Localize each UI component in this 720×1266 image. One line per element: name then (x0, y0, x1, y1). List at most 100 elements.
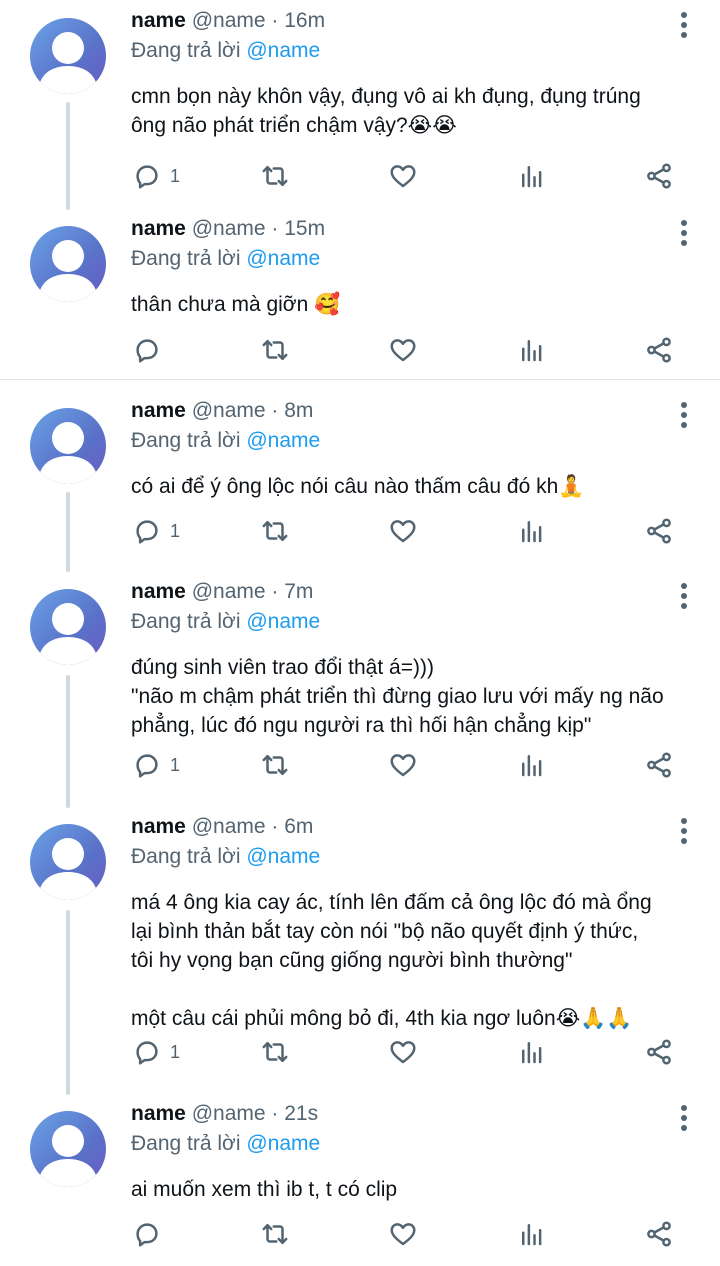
analytics-button[interactable] (517, 1216, 547, 1252)
default-avatar-icon[interactable] (30, 589, 106, 665)
retweet-button[interactable] (260, 332, 290, 368)
display-name[interactable]: name (131, 815, 186, 838)
reply-button[interactable] (132, 332, 170, 368)
timestamp[interactable]: 16m (284, 9, 325, 32)
tweet-actions: 1 (0, 1034, 720, 1070)
retweet-button[interactable] (260, 513, 290, 549)
like-button[interactable] (388, 332, 418, 368)
separator-dot: · (271, 399, 279, 422)
separator-dot: · (271, 580, 279, 603)
reply-icon (132, 1037, 162, 1067)
more-vertical-icon[interactable] (678, 12, 690, 38)
default-avatar-icon[interactable] (30, 408, 106, 484)
reply-button[interactable]: 1 (132, 1034, 180, 1070)
default-avatar-icon[interactable] (30, 824, 106, 900)
more-vertical-icon[interactable] (678, 220, 690, 246)
like-button[interactable] (388, 1216, 418, 1252)
reply-icon (132, 516, 162, 546)
analytics-icon (517, 516, 547, 546)
tweet-actions: 1 (0, 747, 720, 783)
share-icon (644, 1037, 674, 1067)
share-button[interactable] (644, 158, 674, 194)
replying-to: Đang trả lời @name (131, 609, 700, 635)
more-vertical-icon[interactable] (678, 402, 690, 428)
reply-icon (132, 750, 162, 780)
user-handle[interactable]: @name (192, 815, 266, 838)
reply-button[interactable]: 1 (132, 513, 180, 549)
timestamp[interactable]: 21s (284, 1102, 318, 1125)
tweet-actions (0, 332, 720, 368)
mention-link[interactable]: @name (246, 429, 320, 452)
tweet-content: name @name · 6m Đang trả lời @name má 4 ôn… (131, 814, 700, 1033)
separator-dot: · (271, 217, 279, 240)
replying-to-label: Đang trả lời (131, 845, 241, 868)
timestamp[interactable]: 6m (284, 815, 313, 838)
mention-link[interactable]: @name (246, 610, 320, 633)
analytics-button[interactable] (517, 1034, 547, 1070)
retweet-button[interactable] (260, 158, 290, 194)
heart-icon (388, 750, 418, 780)
share-button[interactable] (644, 747, 674, 783)
reply-button[interactable]: 1 (132, 158, 180, 194)
reply-button[interactable] (132, 1216, 170, 1252)
mention-link[interactable]: @name (246, 845, 320, 868)
replying-to-label: Đang trả lời (131, 1132, 241, 1155)
analytics-button[interactable] (517, 513, 547, 549)
heart-icon (388, 335, 418, 365)
user-handle[interactable]: @name (192, 580, 266, 603)
thread-divider (0, 379, 720, 380)
default-avatar-icon[interactable] (30, 18, 106, 94)
like-button[interactable] (388, 747, 418, 783)
more-vertical-icon[interactable] (678, 583, 690, 609)
share-button[interactable] (644, 1216, 674, 1252)
analytics-button[interactable] (517, 747, 547, 783)
like-button[interactable] (388, 1034, 418, 1070)
share-icon (644, 516, 674, 546)
user-handle[interactable]: @name (192, 399, 266, 422)
retweet-button[interactable] (260, 1216, 290, 1252)
retweet-icon (260, 750, 290, 780)
mention-link[interactable]: @name (246, 39, 320, 62)
separator-dot: · (271, 815, 279, 838)
display-name[interactable]: name (131, 9, 186, 32)
replying-to-label: Đang trả lời (131, 610, 241, 633)
tweet-content: name @name · 15m Đang trả lời @name thân c… (131, 216, 700, 319)
analytics-icon (517, 1219, 547, 1249)
retweet-button[interactable] (260, 1034, 290, 1070)
tweet-content: name @name · 7m Đang trả lời @name đúng si… (131, 579, 700, 740)
analytics-button[interactable] (517, 158, 547, 194)
retweet-button[interactable] (260, 747, 290, 783)
more-vertical-icon[interactable] (678, 1105, 690, 1131)
heart-icon (388, 1037, 418, 1067)
share-button[interactable] (644, 513, 674, 549)
default-avatar-icon[interactable] (30, 1111, 106, 1187)
share-button[interactable] (644, 1034, 674, 1070)
tweet-actions: 1 (0, 158, 720, 194)
like-button[interactable] (388, 158, 418, 194)
display-name[interactable]: name (131, 580, 186, 603)
reply-count: 1 (170, 754, 181, 775)
user-handle[interactable]: @name (192, 217, 266, 240)
analytics-button[interactable] (517, 332, 547, 368)
more-vertical-icon[interactable] (678, 818, 690, 844)
reply-button[interactable]: 1 (132, 747, 180, 783)
tweet-content: name @name · 21s Đang trả lời @name ai muố… (131, 1101, 700, 1204)
timestamp[interactable]: 15m (284, 217, 325, 240)
share-button[interactable] (644, 332, 674, 368)
retweet-icon (260, 1219, 290, 1249)
reply-icon (132, 335, 162, 365)
separator-dot: · (271, 1102, 279, 1125)
user-handle[interactable]: @name (192, 1102, 266, 1125)
timestamp[interactable]: 8m (284, 399, 313, 422)
user-handle[interactable]: @name (192, 9, 266, 32)
share-icon (644, 161, 674, 191)
default-avatar-icon[interactable] (30, 226, 106, 302)
timestamp[interactable]: 7m (284, 580, 313, 603)
mention-link[interactable]: @name (246, 1132, 320, 1155)
mention-link[interactable]: @name (246, 247, 320, 270)
display-name[interactable]: name (131, 1102, 186, 1125)
like-button[interactable] (388, 513, 418, 549)
display-name[interactable]: name (131, 399, 186, 422)
display-name[interactable]: name (131, 217, 186, 240)
tweet-text: có ai để ý ông lộc nói câu nào thấm câu … (131, 475, 585, 498)
